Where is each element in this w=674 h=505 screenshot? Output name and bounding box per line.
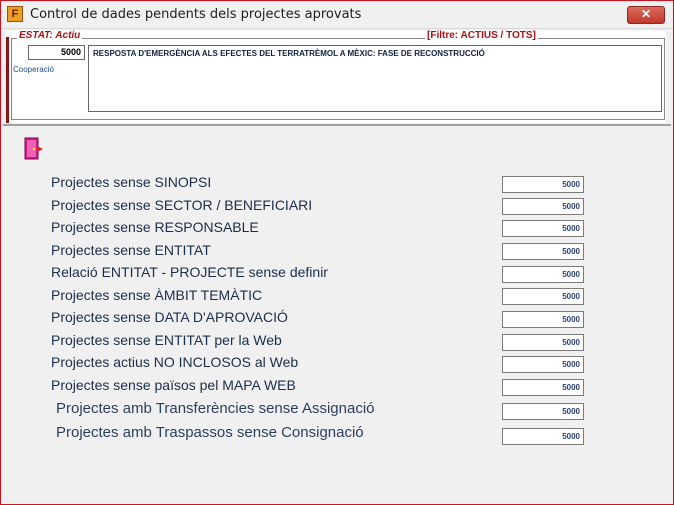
check-item-count: 5000 — [502, 428, 584, 445]
check-item-label[interactable]: Projectes sense països pel MAPA WEB — [51, 377, 296, 393]
main-window: F Control de dades pendents dels project… — [0, 0, 674, 505]
check-item-count: 5000 — [502, 334, 584, 351]
status-label: ESTAT: Actiu — [17, 30, 83, 41]
filter-toggle[interactable]: [Filtre: ACTIUS / TOTS] — [425, 30, 538, 41]
check-item-label[interactable]: Projectes sense ENTITAT — [51, 242, 211, 258]
check-item-count: 5000 — [502, 311, 584, 328]
check-item-count: 5000 — [502, 243, 584, 260]
check-item-count: 5000 — [502, 220, 584, 237]
check-item-label[interactable]: Projectes sense SECTOR / BENEFICIARI — [51, 197, 312, 213]
check-item-label[interactable]: Projectes actius NO INCLOSOS al Web — [51, 354, 298, 370]
check-item-count: 5000 — [502, 266, 584, 283]
check-item-count: 5000 — [502, 379, 584, 396]
panel-accent-bar — [6, 37, 9, 123]
check-item-count: 5000 — [502, 198, 584, 215]
check-item-label[interactable]: Projectes amb Transferències sense Assig… — [56, 400, 375, 417]
exit-door-icon — [24, 137, 43, 160]
project-description-field[interactable]: RESPOSTA D'EMERGÈNCIA ALS EFECTES DEL TE… — [88, 45, 662, 112]
area-label: Cooperació — [13, 65, 54, 74]
close-button[interactable]: ✕ — [627, 6, 665, 24]
toolbar — [1, 126, 673, 168]
check-item-label[interactable]: Relació ENTITAT - PROJECTE sense definir — [51, 264, 328, 280]
check-item-label[interactable]: Projectes sense SINOPSI — [51, 174, 211, 190]
check-item-count: 5000 — [502, 403, 584, 420]
check-item-label[interactable]: Projectes amb Traspassos sense Consignac… — [56, 424, 364, 441]
project-code-field[interactable]: 5000 — [28, 45, 85, 60]
check-item-count: 5000 — [502, 356, 584, 373]
exit-button[interactable] — [22, 137, 45, 160]
check-item-label[interactable]: Projectes sense RESPONSABLE — [51, 219, 259, 235]
check-item-label[interactable]: Projectes sense DATA D'APROVACIÓ — [51, 309, 288, 325]
check-item-label[interactable]: Projectes sense ÀMBIT TEMÀTIC — [51, 287, 262, 303]
app-icon: F — [7, 6, 23, 22]
title-bar[interactable]: F Control de dades pendents dels project… — [1, 1, 673, 29]
check-item-count: 5000 — [502, 288, 584, 305]
check-item-count: 5000 — [502, 176, 584, 193]
check-item-label[interactable]: Projectes sense ENTITAT per la Web — [51, 332, 282, 348]
window-title: Control de dades pendents dels projectes… — [30, 7, 362, 22]
